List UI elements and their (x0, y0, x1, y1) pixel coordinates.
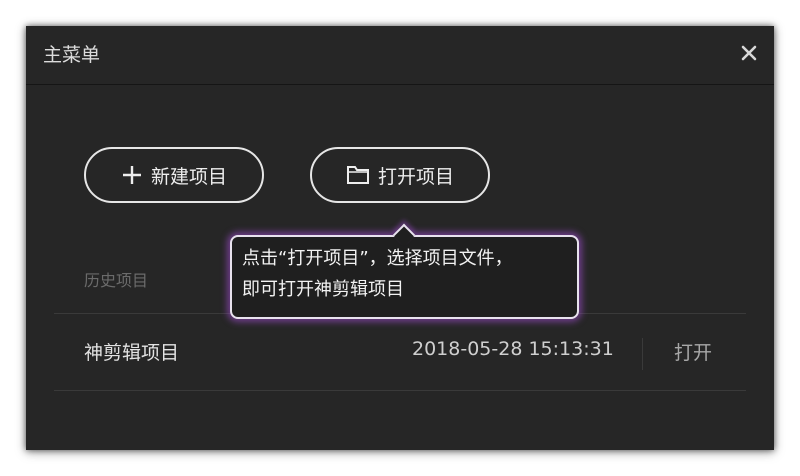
tooltip-line-2: 即可打开神剪辑项目 (242, 279, 404, 300)
dialog-title: 主菜单 (43, 44, 101, 66)
open-project-label: 打开项目 (377, 165, 454, 188)
dialog-titlebar: 主菜单 (26, 26, 774, 85)
main-menu-dialog: 主菜单 新建项目 打开项目 历史项目 神剪辑项目 2018-05-28 15:1… (26, 26, 774, 450)
folder-icon (346, 164, 370, 186)
open-project-tooltip: 点击“打开项目”，选择项目文件， 即可打开神剪辑项目 (230, 223, 579, 319)
history-section-label: 历史项目 (84, 271, 149, 290)
history-item-name: 神剪辑项目 (84, 342, 180, 364)
plus-icon (121, 164, 143, 186)
close-icon[interactable] (738, 42, 760, 64)
history-row[interactable]: 神剪辑项目 2018-05-28 15:13:31 打开 (54, 313, 746, 391)
history-item-open-button[interactable]: 打开 (674, 338, 712, 365)
new-project-button[interactable]: 新建项目 (84, 147, 264, 203)
tooltip-line-1: 点击“打开项目”，选择项目文件， (242, 248, 513, 269)
row-divider (642, 338, 643, 370)
open-project-button[interactable]: 打开项目 (310, 147, 490, 203)
history-item-time: 2018-05-28 15:13:31 (412, 338, 614, 360)
new-project-label: 新建项目 (150, 165, 227, 188)
